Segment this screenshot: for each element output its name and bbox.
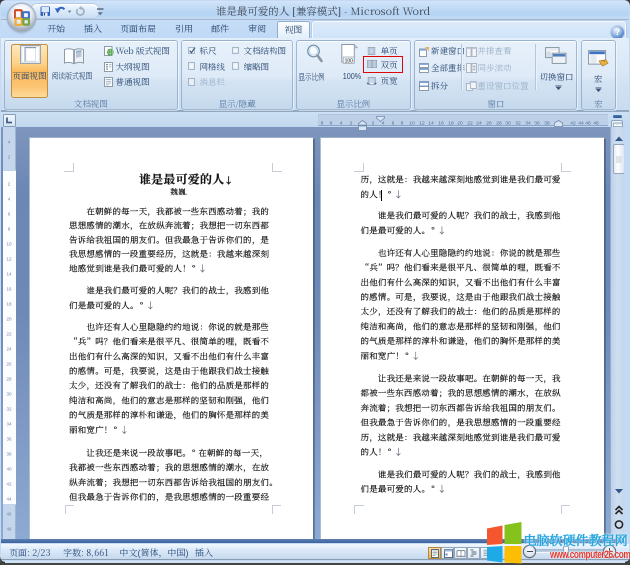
svg-text:100: 100 [345,58,354,64]
